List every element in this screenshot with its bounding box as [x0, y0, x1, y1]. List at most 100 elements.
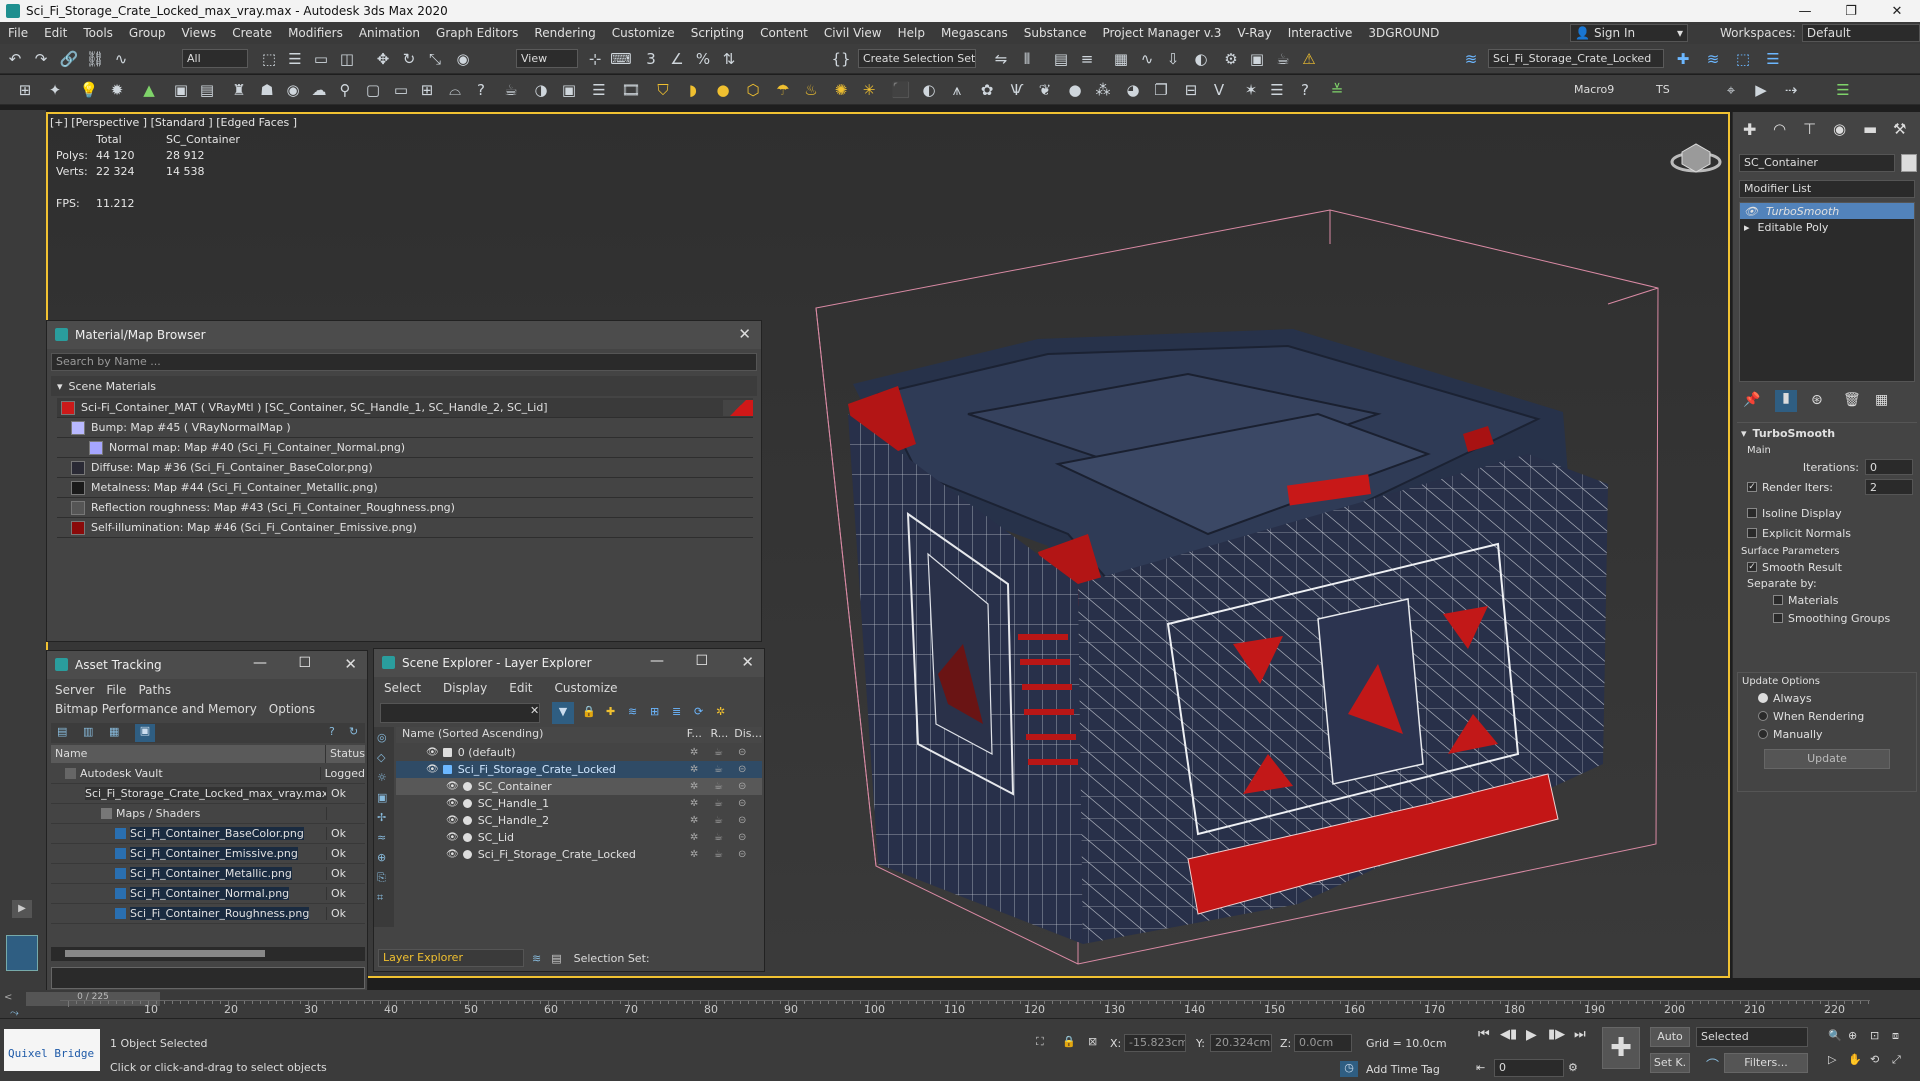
object-name-field[interactable]: SC_Container — [1739, 154, 1895, 172]
menu-content[interactable]: Content — [752, 26, 816, 40]
selection-lock-icon[interactable]: 🔒 — [1062, 1035, 1076, 1048]
update-always-radio[interactable] — [1758, 693, 1768, 703]
rig-icon[interactable]: ⩚ — [946, 79, 968, 101]
key-filters-button[interactable]: Filters... — [1724, 1053, 1808, 1073]
play-icon[interactable]: ▶ — [1526, 1027, 1537, 1043]
details-view-icon[interactable]: ▥ — [83, 725, 93, 738]
plant-icon[interactable]: ✿ — [976, 79, 998, 101]
menu-file[interactable]: File — [0, 26, 36, 40]
display-icon[interactable]: ⊝ — [738, 747, 746, 758]
close-icon[interactable]: ✕ — [738, 325, 751, 343]
tree-view-icon[interactable]: ▦ — [109, 725, 119, 738]
render-icon[interactable]: ☕ — [1272, 48, 1294, 70]
asset-row[interactable]: Maps / Shaders — [51, 804, 365, 824]
menu-group[interactable]: Group — [121, 26, 174, 40]
asset-menu-options[interactable]: Options — [269, 700, 315, 719]
eye-icon[interactable]: 👁 — [1744, 205, 1758, 218]
select-by-name-icon[interactable]: ☰ — [284, 48, 306, 70]
select-layer-icon[interactable]: ⬚ — [1732, 48, 1754, 70]
add-time-tag[interactable]: Add Time Tag — [1366, 1063, 1440, 1076]
modifier-list-dropdown[interactable]: Modifier List — [1739, 180, 1915, 198]
leaf-icon[interactable]: ❦ — [1034, 79, 1056, 101]
render-iters-spinner[interactable]: 2 — [1865, 479, 1913, 495]
close-icon[interactable]: ✕ — [741, 653, 754, 671]
rectangle-selection-icon[interactable]: ▭ — [310, 48, 332, 70]
key-tangent-icon[interactable]: ⌒ — [1706, 1055, 1719, 1074]
asset-row[interactable]: Sci_Fi_Container_Normal.png Ok — [51, 884, 365, 904]
selection-set-icon[interactable]: ▤ — [551, 952, 561, 965]
grid-icon[interactable]: ⊞ — [416, 79, 438, 101]
render-setup-icon[interactable]: ⚙ — [1220, 48, 1242, 70]
freeze-icon[interactable]: ✲ — [690, 798, 714, 809]
move-icon[interactable]: ✥ — [372, 48, 394, 70]
timeline-left-arrow[interactable]: < — [4, 992, 22, 1006]
menu-v-ray[interactable]: V-Ray — [1229, 26, 1279, 40]
spark-icon[interactable]: ✳ — [858, 79, 880, 101]
box-icon[interactable]: ⬛ — [890, 79, 912, 101]
scene-tree-row[interactable]: 👁 Sci_Fi_Storage_Crate_Locked ✲ ☕ ⊝ — [396, 846, 762, 863]
isoline-display-checkbox[interactable] — [1747, 508, 1757, 518]
renderable-icon[interactable]: ☕ — [714, 747, 738, 758]
update-manually-radio[interactable] — [1758, 729, 1768, 739]
display-icon[interactable]: ⊝ — [738, 764, 746, 775]
half-sphere-icon[interactable]: ◗ — [682, 79, 704, 101]
rendered-frame-icon[interactable]: ▣ — [1246, 48, 1268, 70]
scene-tree-row[interactable]: 👁 SC_Lid ✲ ☕ ⊝ — [396, 829, 762, 846]
redo-icon[interactable]: ↷ — [30, 48, 52, 70]
asset-scrollbar[interactable] — [51, 947, 365, 961]
turbosmooth-rollout-header[interactable]: ▾ TurboSmooth — [1737, 423, 1917, 443]
teapot-render-icon[interactable]: ☕ — [500, 79, 522, 101]
material-item[interactable]: Sci-Fi_Container_MAT ( VRayMtl ) [SC_Con… — [57, 398, 753, 418]
warning-icon[interactable]: ⚠ — [1298, 48, 1320, 70]
window-crossing-icon[interactable]: ◫ — [336, 48, 358, 70]
visibility-eye-icon[interactable]: 👁 — [446, 781, 459, 792]
keyboard-shortcut-icon[interactable]: ⌨ — [610, 48, 632, 70]
renderable-icon[interactable]: ☕ — [714, 815, 738, 826]
scene-tree-row[interactable]: 👁 Sci_Fi_Storage_Crate_Locked ✲ ☕ ⊝ — [396, 761, 762, 778]
renderable-icon[interactable]: ☕ — [714, 798, 738, 809]
next-frame-icon[interactable]: ▮▶ — [1548, 1027, 1565, 1042]
snap-object-icon[interactable]: ⊞ — [14, 79, 36, 101]
visibility-eye-icon[interactable]: 👁 — [446, 849, 459, 860]
explicit-normals-checkbox[interactable] — [1747, 528, 1757, 538]
modify-tab-icon[interactable]: ◠ — [1773, 120, 1786, 138]
stack-item-turbosmooth[interactable]: 👁 TurboSmooth — [1740, 203, 1914, 219]
close-window-button[interactable]: ✕ — [1874, 0, 1920, 22]
menu-customize[interactable]: Customize — [604, 26, 683, 40]
percent-snap-icon[interactable]: % — [692, 48, 714, 70]
sphere-icon[interactable]: ◉ — [282, 79, 304, 101]
settings-icon[interactable]: ✲ — [716, 705, 725, 718]
create-tab-icon[interactable]: ✚ — [1743, 120, 1756, 139]
scene-tree-row[interactable]: 👁 SC_Handle_2 ✲ ☕ ⊝ — [396, 812, 762, 829]
maximize-button[interactable]: ❐ — [1828, 0, 1874, 22]
light-icon[interactable]: 💡 — [78, 79, 100, 101]
link-icon[interactable]: 🔗 — [58, 48, 80, 70]
layer-dropdown[interactable]: Sci_Fi_Storage_Crate_Locked — [1488, 49, 1664, 68]
scene-materials-group[interactable]: ▾ Scene Materials — [51, 376, 757, 396]
menu-tools[interactable]: Tools — [75, 26, 121, 40]
maximize-viewport-icon[interactable]: ⤢ — [1892, 1053, 1901, 1067]
menu-interactive[interactable]: Interactive — [1280, 26, 1361, 40]
menu-civil-view[interactable]: Civil View — [816, 26, 890, 40]
renderable-icon[interactable]: ☕ — [714, 764, 738, 775]
menu-project-manager-v-3[interactable]: Project Manager v.3 — [1094, 26, 1229, 40]
layer-manager-icon[interactable]: ≋ — [1460, 48, 1482, 70]
scale-icon[interactable]: ⤡ — [424, 48, 446, 70]
visibility-eye-icon[interactable]: 👁 — [446, 798, 459, 809]
renderable-icon[interactable]: ☕ — [714, 849, 738, 860]
fireworks-icon[interactable]: ✶ — [1240, 79, 1262, 101]
menu-scripting[interactable]: Scripting — [683, 26, 752, 40]
set-key-button[interactable]: ✚ — [1602, 1027, 1640, 1069]
display-helpers-icon[interactable]: ✢ — [377, 811, 386, 824]
add-layer-icon[interactable]: ✚ — [1672, 48, 1694, 70]
layer-explorer-icon[interactable]: ≡ — [1076, 48, 1098, 70]
freeze-icon[interactable]: ✲ — [690, 832, 714, 843]
freeze-icon[interactable]: ✲ — [690, 815, 714, 826]
angle-snap-icon[interactable]: ∠ — [666, 48, 688, 70]
selection-filter-dropdown[interactable]: All — [182, 49, 248, 68]
menu-views[interactable]: Views — [173, 26, 224, 40]
frame-icon[interactable]: ▢ — [362, 79, 384, 101]
table-icon[interactable]: ☰ — [588, 79, 610, 101]
materials-icon[interactable]: ◕ — [1122, 79, 1144, 101]
pan-icon[interactable]: ✋ — [1848, 1053, 1862, 1066]
